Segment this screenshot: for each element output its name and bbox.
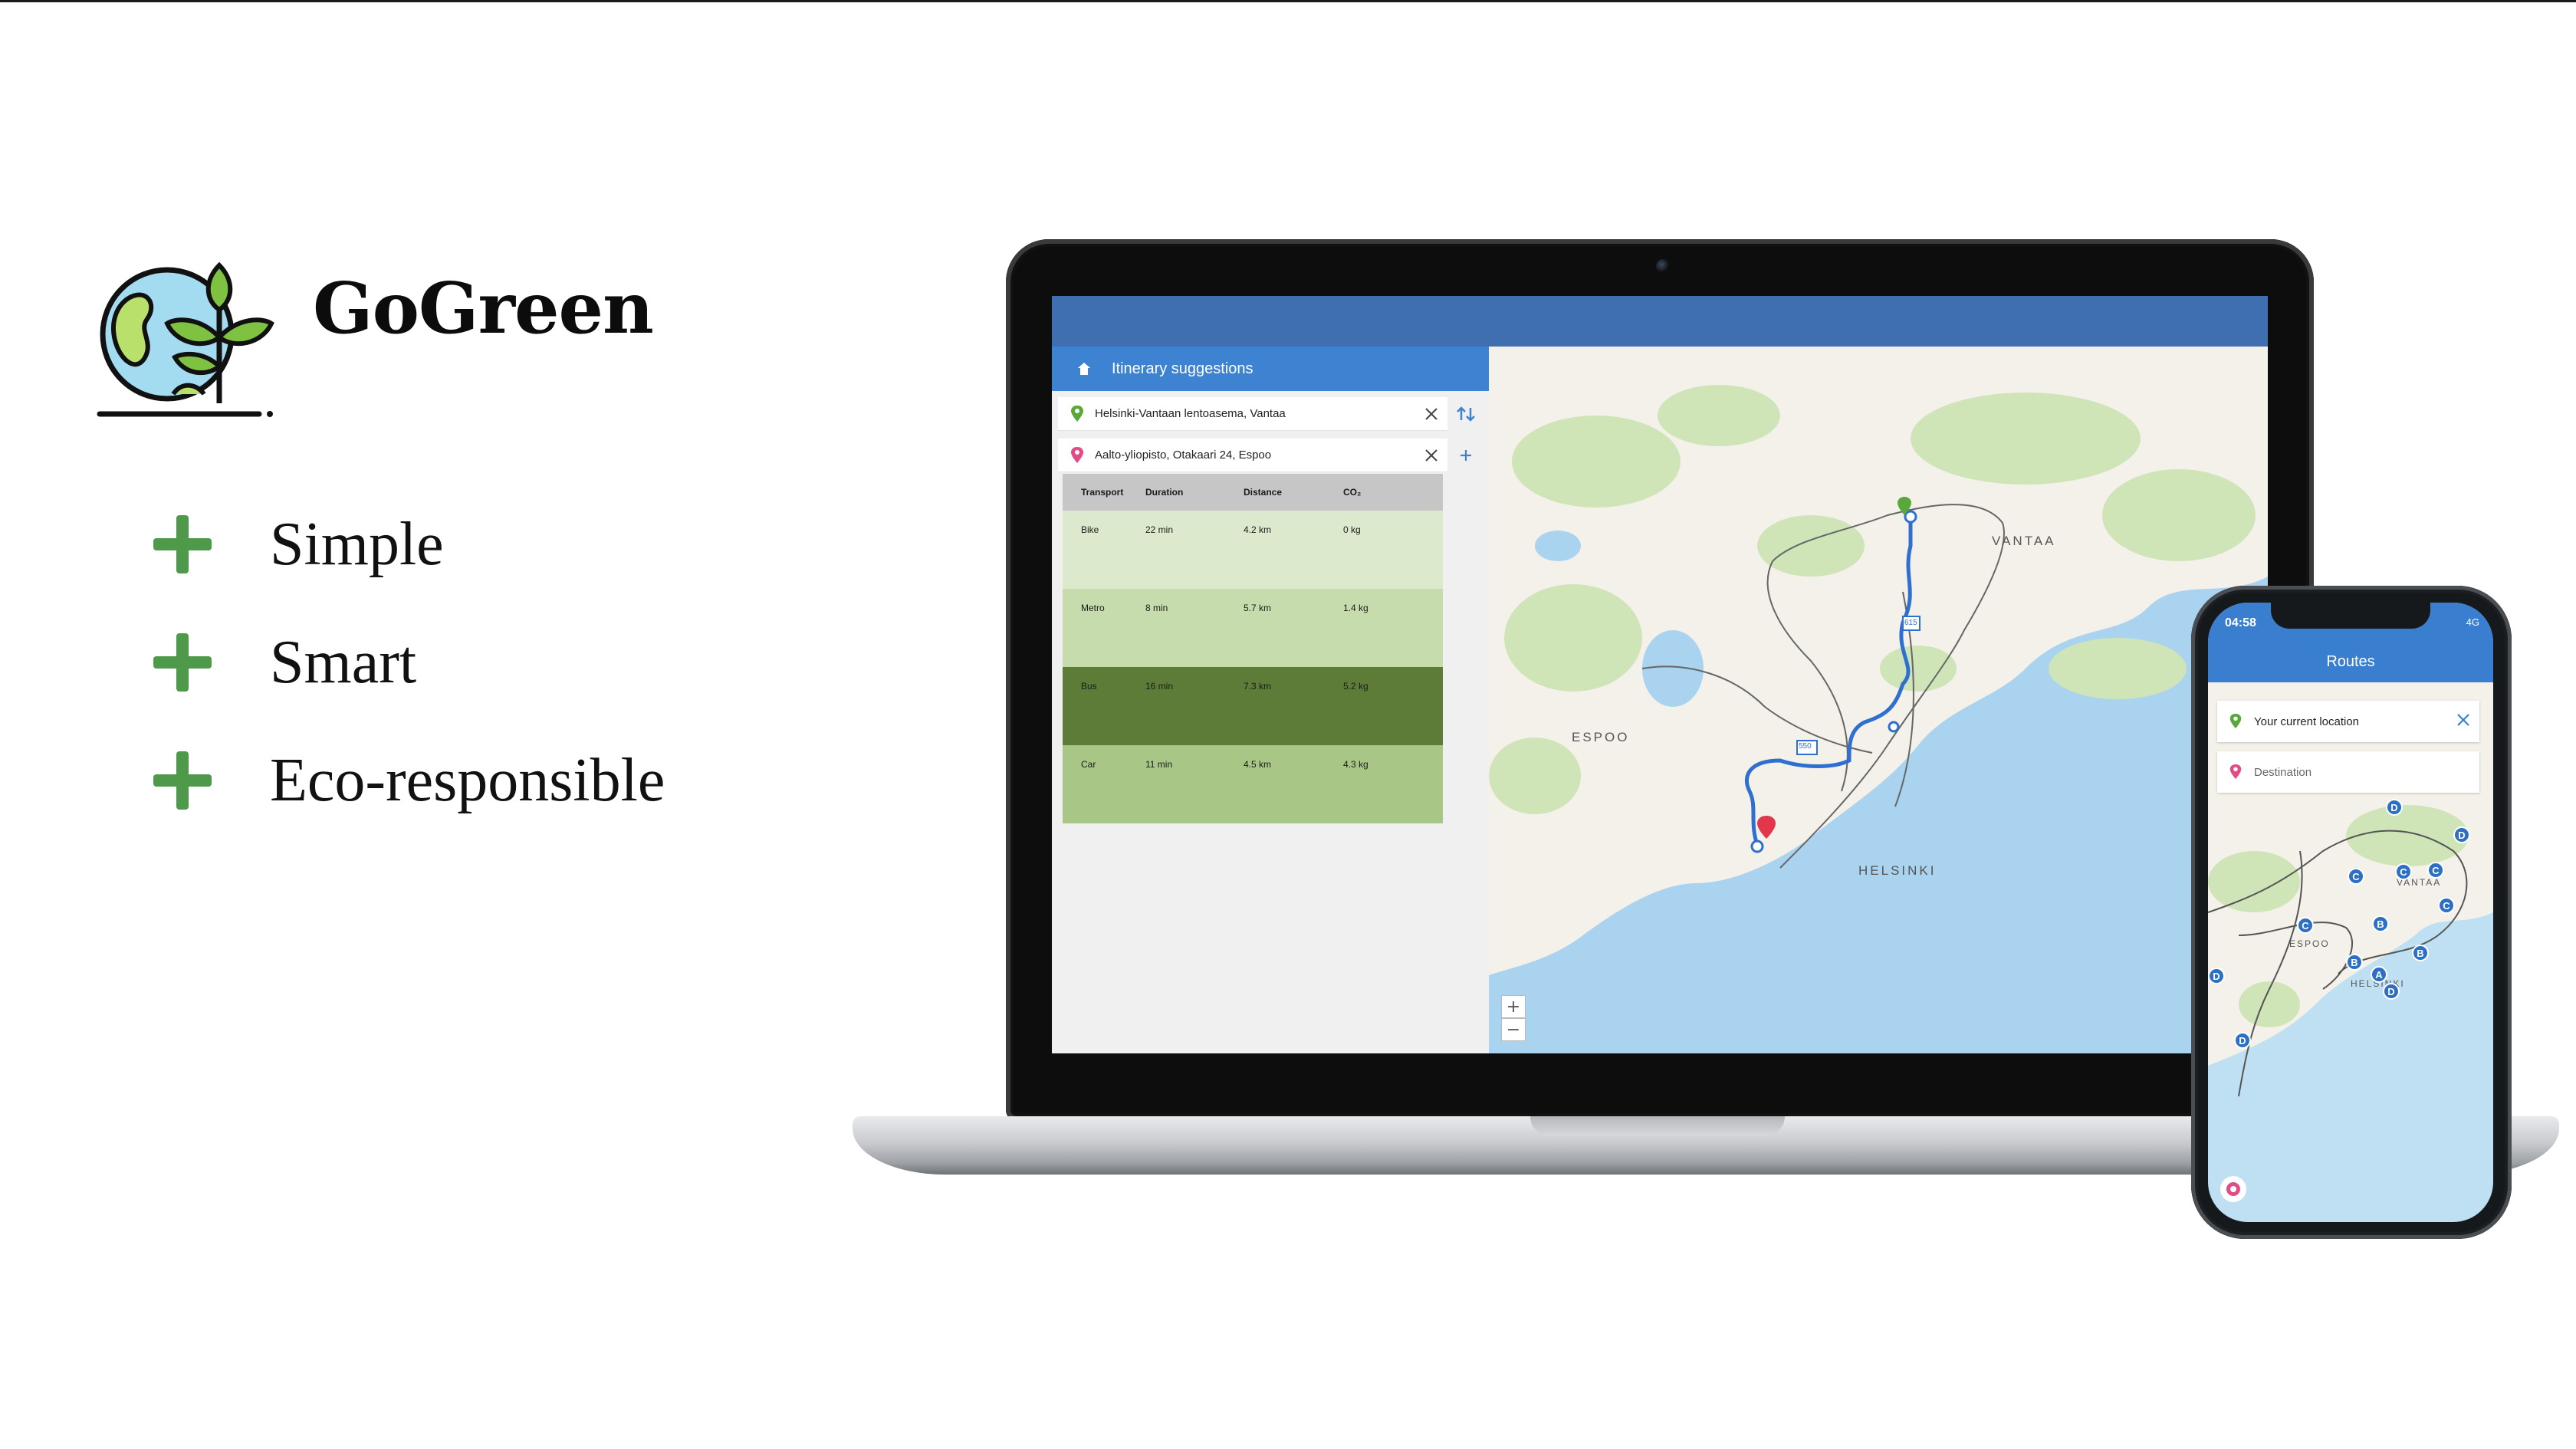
duration-cell: 16 min [1145, 681, 1174, 692]
phone-destination-placeholder: Destination [2254, 765, 2312, 779]
origin-pin-icon [1069, 405, 1086, 423]
transport-cell: Car [1081, 759, 1096, 770]
phone-screen: 04:58 4G Routes Your current location De… [2208, 603, 2493, 1222]
gogreen-logo-icon [97, 244, 281, 423]
itinerary-panel: Itinerary suggestions Helsinki-Vantaan l… [1052, 347, 1489, 1053]
origin-value: Helsinki-Vantaan lentoasema, Vantaa [1095, 407, 1286, 420]
feature-eco-responsible: Eco-responsible [153, 742, 665, 819]
station-marker[interactable]: D [2234, 1032, 2251, 1049]
column-header: Duration [1145, 487, 1184, 498]
feature-simple: Simple [153, 506, 444, 583]
table-row[interactable]: Bike 22 min 4.2 km 0 kg [1063, 511, 1443, 589]
swap-icon[interactable] [1449, 397, 1483, 431]
top-rule [0, 0, 2576, 2]
phone-notch [2271, 603, 2430, 629]
destination-value: Aalto-yliopisto, Otakaari 24, Espoo [1095, 449, 1272, 462]
brand-name: GoGreen [313, 267, 654, 350]
app-top-bar [1052, 296, 2268, 347]
station-marker[interactable]: C [2297, 917, 2314, 934]
status-network: 4G [2466, 616, 2479, 628]
station-marker[interactable]: D [2453, 826, 2470, 843]
distance-cell: 4.2 km [1244, 524, 1272, 535]
zoom-out-button[interactable]: − [1501, 1018, 1526, 1041]
column-header: Distance [1244, 487, 1283, 498]
laptop-screen: Itinerary suggestions Helsinki-Vantaan l… [1052, 296, 2268, 1053]
station-marker[interactable]: D [2386, 799, 2403, 816]
station-marker[interactable]: B [2412, 945, 2429, 961]
origin-pin-icon [2228, 712, 2243, 731]
map-city-label: ESPOO [1572, 730, 1630, 744]
phone-origin-value: Your current location [2254, 715, 2360, 728]
plus-icon [153, 751, 212, 810]
plus-icon [153, 515, 212, 573]
station-marker[interactable]: D [2383, 983, 2400, 1000]
clear-origin-icon[interactable] [1423, 406, 1440, 422]
co2-cell: 1.4 kg [1343, 603, 1368, 613]
laptop-opening-notch [1530, 1116, 1785, 1136]
clear-origin-icon[interactable] [2455, 711, 2472, 731]
duration-cell: 8 min [1145, 603, 1168, 613]
distance-cell: 4.5 km [1244, 759, 1272, 770]
origin-field[interactable]: Helsinki-Vantaan lentoasema, Vantaa [1058, 397, 1447, 431]
co2-cell: 4.3 kg [1343, 759, 1368, 770]
feature-label: Smart [270, 628, 417, 696]
station-marker[interactable]: C [2395, 863, 2412, 880]
transport-cell: Metro [1081, 603, 1105, 613]
location-pin-icon [2226, 1182, 2240, 1196]
phone-title: Routes [2326, 653, 2375, 670]
add-stop-icon[interactable] [1449, 439, 1483, 472]
locate-button[interactable] [2220, 1176, 2246, 1202]
station-marker[interactable]: C [2438, 897, 2455, 914]
duration-cell: 11 min [1145, 759, 1173, 770]
status-time: 04:58 [2225, 616, 2256, 629]
transport-cell: Bike [1081, 524, 1099, 535]
feature-label: Simple [270, 510, 444, 578]
road-label: 550 [1799, 742, 1812, 751]
map-city-label: HELSINKI [1858, 863, 1937, 878]
panel-header: Itinerary suggestions [1052, 347, 1489, 391]
webcam [1656, 259, 1670, 273]
co2-cell: 0 kg [1343, 524, 1361, 535]
distance-cell: 5.7 km [1244, 603, 1272, 613]
station-marker[interactable]: B [2372, 915, 2389, 932]
destination-pin-icon [2228, 763, 2243, 781]
phone-destination-field[interactable]: Destination [2217, 751, 2479, 793]
map-canvas [1489, 347, 2268, 975]
feature-smart: Smart [153, 624, 416, 701]
distance-cell: 7.3 km [1244, 681, 1272, 692]
clear-destination-icon[interactable] [1423, 447, 1440, 464]
panel-title: Itinerary suggestions [1112, 360, 1254, 377]
table-row[interactable]: Metro 8 min 5.7 km 1.4 kg [1063, 589, 1443, 667]
route-map[interactable]: VANTAA ESPOO HELSINKI 615 550 + − [1489, 347, 2268, 1053]
destination-field[interactable]: Aalto-yliopisto, Otakaari 24, Espoo [1058, 439, 1447, 472]
itinerary-table: Transport Duration Distance CO₂ Bike 22 … [1063, 474, 1443, 823]
table-row[interactable]: Car 11 min 4.5 km 4.3 kg [1063, 745, 1443, 823]
station-marker[interactable]: A [2371, 966, 2387, 983]
station-marker[interactable]: C [2427, 862, 2444, 879]
station-marker[interactable]: B [2346, 954, 2363, 971]
column-header: CO₂ [1343, 487, 1362, 498]
duration-cell: 22 min [1145, 524, 1174, 535]
table-row[interactable]: Bus 16 min 7.3 km 5.2 kg [1063, 667, 1443, 745]
zoom-in-button[interactable]: + [1501, 995, 1526, 1018]
map-city-label: VANTAA [1992, 534, 2056, 548]
feature-label: Eco-responsible [270, 746, 665, 814]
phone-city-label: ESPOO [2289, 938, 2330, 949]
phone-origin-field[interactable]: Your current location [2217, 701, 2479, 742]
road-label: 615 [1904, 619, 1917, 627]
station-marker[interactable]: D [2208, 968, 2225, 984]
destination-pin-icon [1069, 446, 1086, 465]
station-marker[interactable]: C [2348, 868, 2364, 885]
co2-cell: 5.2 kg [1343, 681, 1368, 692]
transport-cell: Bus [1081, 681, 1097, 692]
column-header: Transport [1081, 487, 1124, 498]
table-header: Transport Duration Distance CO₂ [1063, 474, 1443, 511]
plus-icon [153, 633, 212, 692]
home-icon[interactable] [1076, 361, 1092, 376]
